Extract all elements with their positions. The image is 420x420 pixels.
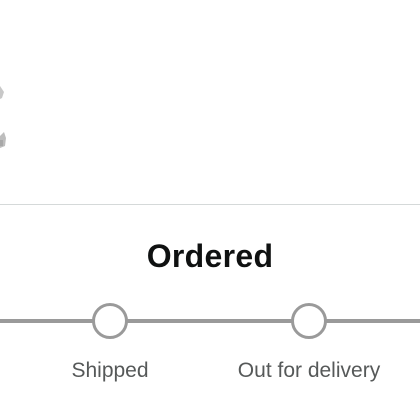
progress-track-line <box>0 319 420 323</box>
section-divider <box>0 204 420 205</box>
order-status-title: Ordered <box>146 238 274 274</box>
step-node-shipped <box>92 303 128 339</box>
product-thumbnail-icon[interactable] <box>0 0 30 200</box>
step-node-out-for-delivery <box>291 303 327 339</box>
step-label-out-for-delivery: Out for delivery <box>237 359 381 382</box>
order-tracking-card: Ordered Shipped Out for delivery <box>0 0 420 420</box>
shipment-progress-tracker <box>0 300 420 344</box>
step-label-shipped: Shipped <box>71 359 149 382</box>
